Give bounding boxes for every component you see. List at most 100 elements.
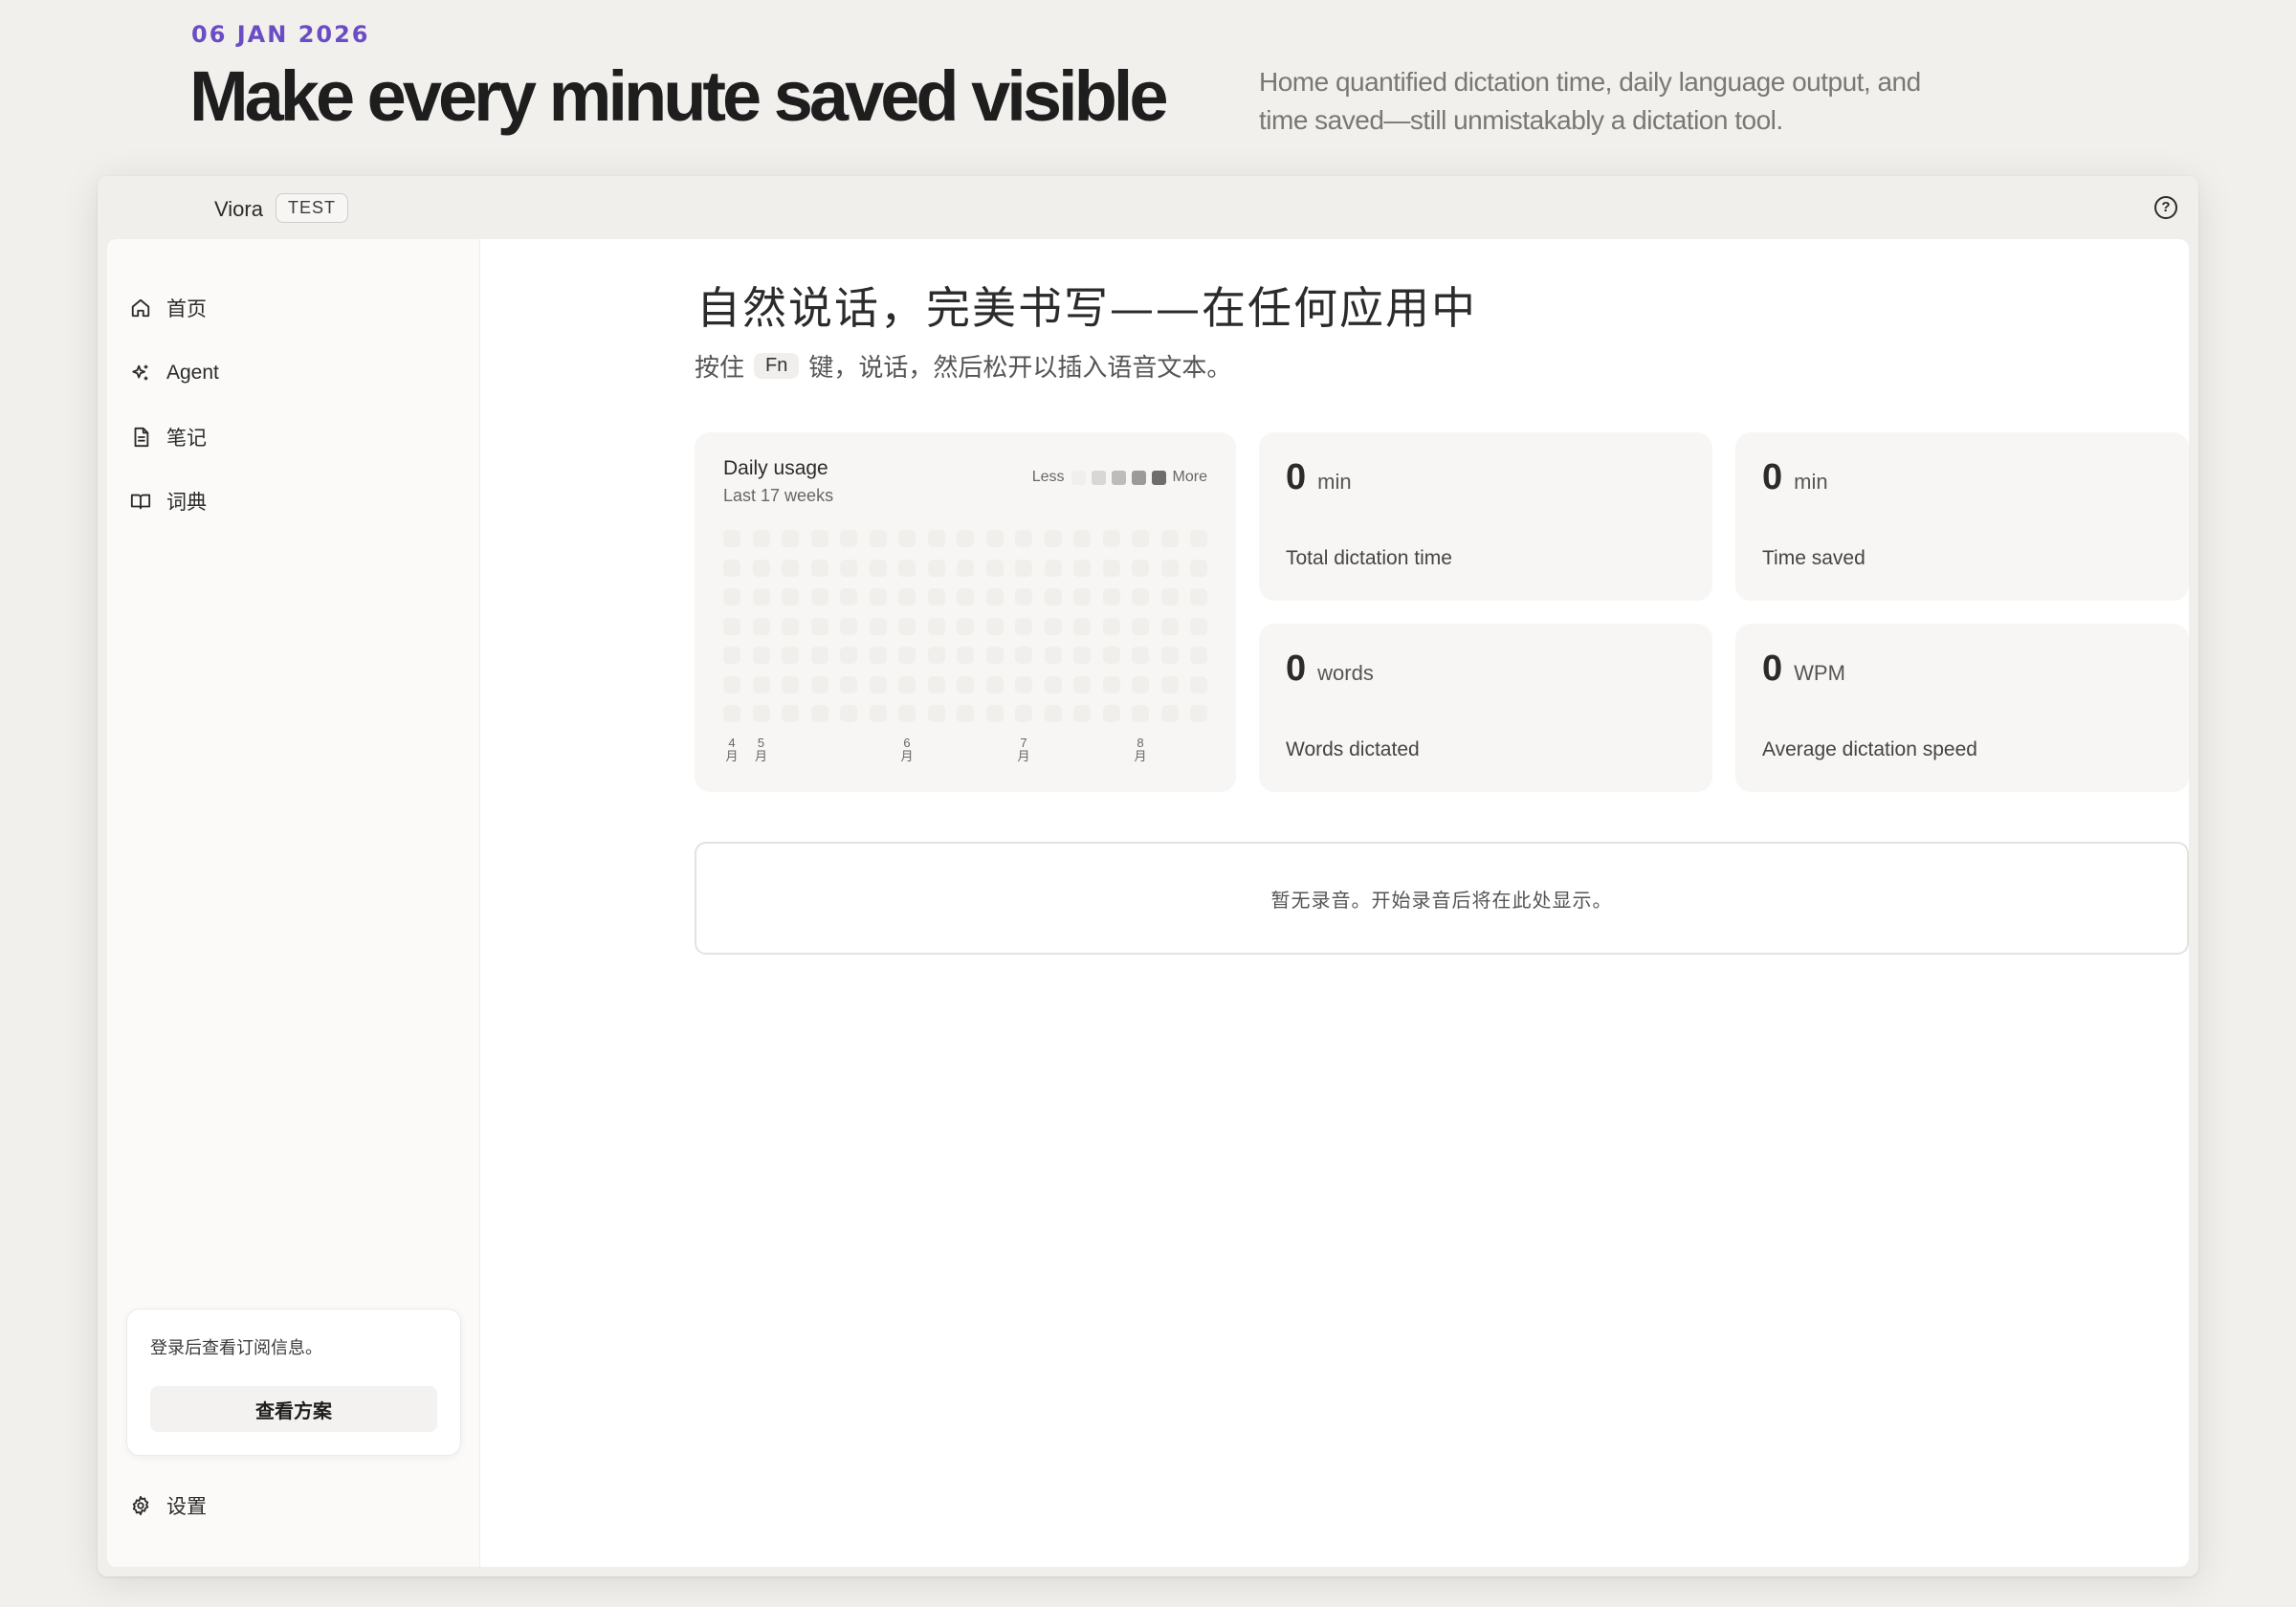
heatmap-cell <box>810 617 828 635</box>
heatmap-cell <box>1015 705 1032 722</box>
month-label-unit: 月 <box>1134 748 1147 763</box>
heatmap-cell <box>1102 559 1120 577</box>
heatmap-cell <box>782 559 799 577</box>
empty-state-text: 暂无录音。开始录音后将在此处显示。 <box>1270 890 1613 912</box>
heatmap-cell <box>1102 588 1120 605</box>
view-plans-button[interactable]: 查看方案 <box>150 1386 437 1432</box>
heatmap-cell <box>723 588 740 605</box>
help-icon[interactable]: ? <box>2154 196 2177 219</box>
heatmap-cell <box>898 647 916 664</box>
heatmap-cell <box>752 588 770 605</box>
heatmap-cell <box>1015 559 1032 577</box>
heatmap-cell <box>1073 705 1091 722</box>
heatmap-cell <box>898 559 916 577</box>
heatmap-cell <box>1132 647 1149 664</box>
heatmap-cell <box>1160 675 1179 693</box>
stat-value-row: 0 min <box>1286 457 1352 498</box>
stat-label: Average dictation speed <box>1762 738 1977 760</box>
heatmap-cell <box>898 675 916 693</box>
heatmap-cell <box>1073 647 1091 664</box>
heatmap-cell <box>810 530 828 547</box>
heatmap-cell <box>957 705 974 722</box>
stat-value: 0 <box>1762 457 1783 497</box>
heatmap-cell <box>985 675 1004 693</box>
legend-swatch <box>1131 470 1146 485</box>
month-label: 6月 <box>898 736 916 763</box>
legend-more-label: More <box>1172 469 1207 485</box>
heatmap-cell <box>782 705 799 722</box>
hero-subtitle: Home quantified dictation time, daily la… <box>1259 67 1921 135</box>
stat-unit: WPM <box>1794 661 1845 685</box>
month-label: 5月 <box>753 736 770 763</box>
subtitle-suffix: 键，说话，然后松开以插入语音文本。 <box>808 353 1232 382</box>
content-area: 首页 Agent 笔记 词典 登录后查看订阅信息。 查看方案 设置 自然说话，完… <box>107 239 2189 1567</box>
heatmap-cell <box>840 559 857 577</box>
stat-label: Time saved <box>1762 547 1866 569</box>
daily-usage-card: Daily usage Last 17 weeks Less More 4月5月… <box>695 432 1236 792</box>
heatmap-cell <box>957 530 974 547</box>
heatmap-cell <box>810 675 828 693</box>
heatmap-cell <box>869 647 887 664</box>
stat-value: 0 <box>1762 649 1783 689</box>
heatmap-cell <box>1132 617 1149 635</box>
sidebar-item-notes[interactable]: 笔记 <box>128 416 453 458</box>
month-label-unit: 月 <box>725 748 739 763</box>
heatmap-cell <box>898 588 916 605</box>
heatmap-cell <box>810 705 828 722</box>
month-label: 8月 <box>1132 736 1149 763</box>
heatmap-cell <box>957 559 974 577</box>
document-icon <box>128 425 153 450</box>
heatmap-cell <box>782 675 799 693</box>
month-label-unit: 月 <box>900 748 914 763</box>
heatmap-cell <box>752 559 770 577</box>
heatmap-cell <box>1044 647 1062 664</box>
stat-label: Total dictation time <box>1286 547 1452 569</box>
heatmap-cell <box>1044 559 1062 577</box>
stat-card-wpm: 0 WPM Average dictation speed <box>1735 624 2189 792</box>
heatmap-cell <box>927 647 945 664</box>
env-badge: TEST <box>276 193 349 223</box>
sidebar-item-home[interactable]: 首页 <box>128 287 453 329</box>
heatmap-cell <box>810 559 828 577</box>
heatmap-cell <box>869 530 887 547</box>
heatmap-cell <box>1190 559 1207 577</box>
heatmap-cell <box>1160 647 1179 664</box>
heatmap-cell <box>898 530 916 547</box>
heatmap-cell <box>1190 617 1207 635</box>
heatmap-cell <box>985 530 1004 547</box>
home-icon <box>128 296 153 320</box>
heatmap-cell <box>1160 559 1179 577</box>
heatmap-cell <box>1160 530 1179 547</box>
legend-swatch <box>1091 470 1106 485</box>
heatmap-cell <box>782 530 799 547</box>
sidebar-item-dictionary[interactable]: 词典 <box>128 480 453 522</box>
month-label-number: 7 <box>1020 735 1027 750</box>
stat-card-time-saved: 0 min Time saved <box>1735 432 2189 601</box>
recordings-empty-state: 暂无录音。开始录音后将在此处显示。 <box>695 842 2189 955</box>
heatmap-cell <box>1102 617 1120 635</box>
heatmap-cell <box>957 647 974 664</box>
sidebar-item-agent[interactable]: Agent <box>128 352 453 394</box>
hero-date: 06 JAN 2026 <box>191 21 370 48</box>
heatmap-cell <box>1044 588 1062 605</box>
heatmap-cell <box>1102 647 1120 664</box>
heatmap-cell <box>752 705 770 722</box>
legend-swatch <box>1111 470 1126 485</box>
heatmap-cell <box>957 588 974 605</box>
heatmap-cell <box>1015 588 1032 605</box>
app-window: Viora TEST ? 首页 Agent 笔记 词典 登录后查看订阅信息。 查… <box>98 176 2198 1576</box>
heatmap-cell <box>752 617 770 635</box>
heatmap-cell <box>723 559 740 577</box>
heatmap-cell <box>1073 675 1091 693</box>
heatmap-cell <box>957 675 974 693</box>
heatmap-cell <box>1044 530 1062 547</box>
heatmap-cell <box>985 617 1004 635</box>
heatmap-cell <box>1015 617 1032 635</box>
heatmap-cell <box>1102 675 1120 693</box>
heatmap-cell <box>1190 675 1207 693</box>
sidebar-item-label: 笔记 <box>166 428 207 450</box>
heatmap-cell <box>1190 530 1207 547</box>
sidebar-item-settings[interactable]: 设置 <box>128 1485 453 1527</box>
heatmap-cell <box>1160 617 1179 635</box>
heatmap-cell <box>1190 588 1207 605</box>
